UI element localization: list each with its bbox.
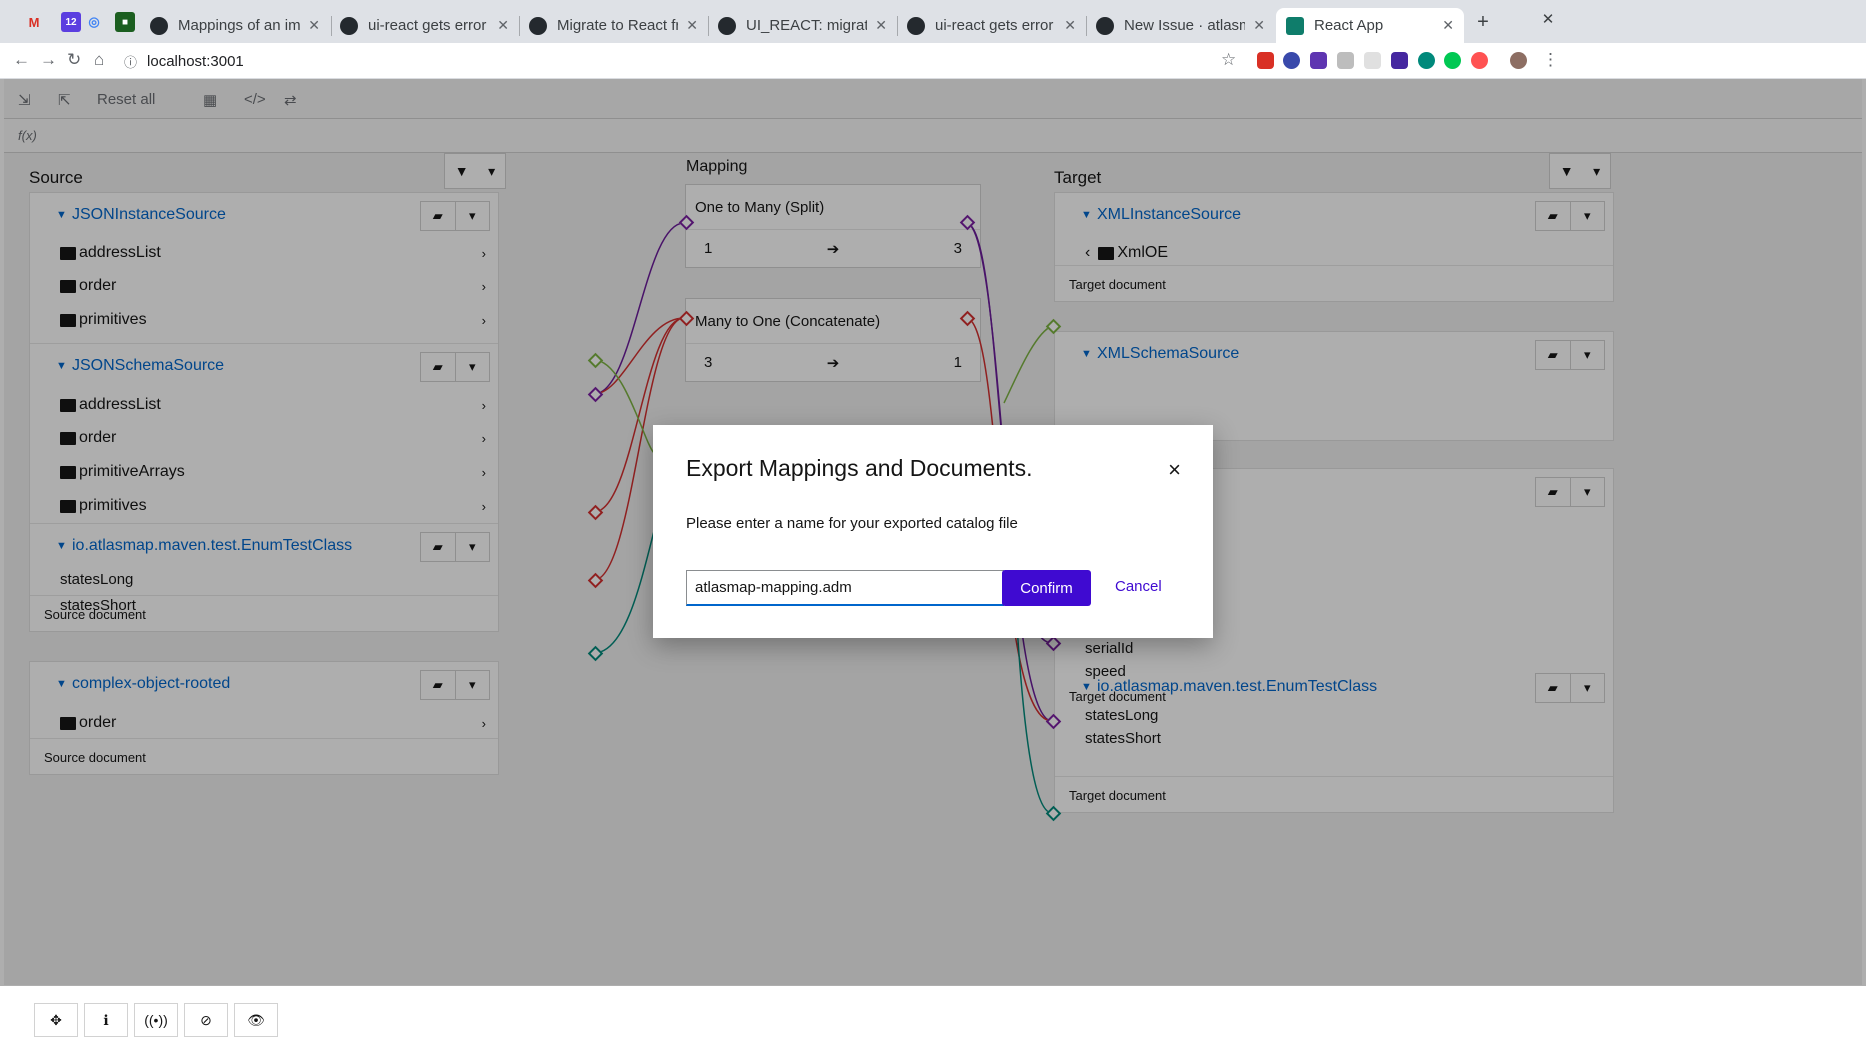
tab-react-app[interactable]: React App ✕ xyxy=(1276,8,1464,43)
new-tab-icon[interactable]: + xyxy=(1473,11,1493,33)
avatar[interactable] xyxy=(1510,52,1527,69)
export-dialog: Export Mappings and Documents. × Please … xyxy=(653,425,1213,638)
extension-icon[interactable] xyxy=(1283,52,1300,69)
filename-input[interactable] xyxy=(686,570,1004,606)
tab-title: ui-react gets error wher xyxy=(935,17,1056,34)
eye-icon[interactable]: 👁 xyxy=(234,1003,278,1037)
tab-title: Mappings of an importe xyxy=(178,17,301,34)
tab-title: UI_REACT: migrate mul xyxy=(746,17,868,34)
react-icon xyxy=(1286,16,1304,35)
close-icon[interactable]: ✕ xyxy=(686,17,698,34)
extension-icon[interactable] xyxy=(1337,52,1354,69)
close-icon[interactable]: ✕ xyxy=(1442,17,1454,34)
calendar-day: 12 xyxy=(65,16,77,28)
extension-icon[interactable] xyxy=(1444,52,1461,69)
forward-icon[interactable]: → xyxy=(40,50,57,70)
github-icon xyxy=(529,16,547,35)
tab-4[interactable]: UI_REACT: migrate mul ✕ xyxy=(708,8,897,43)
gmail-icon[interactable]: M xyxy=(24,12,44,32)
close-icon[interactable]: ✕ xyxy=(1253,17,1265,34)
pinned-app-icon[interactable]: ◎ xyxy=(84,12,104,32)
tab-title: Migrate to React from A xyxy=(557,17,679,34)
reload-icon[interactable]: ↻ xyxy=(67,50,81,70)
github-icon xyxy=(340,16,358,35)
window-close-icon[interactable]: ✕ xyxy=(1538,9,1558,29)
dialog-message: Please enter a name for your exported ca… xyxy=(686,515,1018,532)
close-icon[interactable]: × xyxy=(1168,457,1181,483)
pinned-app-icon-2[interactable]: ■ xyxy=(115,12,135,32)
browser-tab-strip: M 12 ◎ ■ Mappings of an importe ✕ ui-reac… xyxy=(0,0,1866,43)
calendar-icon[interactable]: 12 xyxy=(61,12,81,32)
move-icon[interactable]: ✥ xyxy=(34,1003,78,1037)
unmapped-icon[interactable]: ⊘ xyxy=(184,1003,228,1037)
extension-icon[interactable] xyxy=(1471,52,1488,69)
dialog-title: Export Mappings and Documents. xyxy=(686,455,1033,481)
bottom-toolbar: ✥ ℹ ((•)) ⊘ 👁 xyxy=(34,1003,278,1037)
info-icon: ⓘ xyxy=(124,54,138,70)
url-text: localhost:3001 xyxy=(147,52,244,70)
tab-title: New Issue · atlasmap/at xyxy=(1124,17,1245,34)
tab-6[interactable]: New Issue · atlasmap/at ✕ xyxy=(1086,8,1275,43)
tab-1[interactable]: Mappings of an importe ✕ xyxy=(140,8,330,43)
tab-3[interactable]: Migrate to React from A ✕ xyxy=(519,8,708,43)
extension-icon[interactable] xyxy=(1364,52,1381,69)
address-bar: ← → ↻ ⌂ ⓘ localhost:3001 ☆ ⋮ xyxy=(0,43,1866,79)
extension-icon[interactable] xyxy=(1257,52,1274,69)
close-icon[interactable]: ✕ xyxy=(1064,17,1076,34)
close-icon[interactable]: ✕ xyxy=(875,17,887,34)
github-icon xyxy=(1096,16,1114,35)
tab-5[interactable]: ui-react gets error wher ✕ xyxy=(897,8,1086,43)
url-bar[interactable]: ⓘ localhost:3001 xyxy=(124,48,1444,74)
close-icon[interactable]: ✕ xyxy=(308,17,320,34)
extension-icon[interactable] xyxy=(1418,52,1435,69)
menu-icon[interactable]: ⋮ xyxy=(1542,50,1559,70)
github-icon xyxy=(907,16,925,35)
extension-icon[interactable] xyxy=(1310,52,1327,69)
tab-title: ui-react gets error wher xyxy=(368,17,489,34)
extension-icon[interactable] xyxy=(1391,52,1408,69)
info-icon[interactable]: ℹ xyxy=(84,1003,128,1037)
github-icon xyxy=(150,16,168,35)
broadcast-icon[interactable]: ((•)) xyxy=(134,1003,178,1037)
bookmark-star-icon[interactable]: ☆ xyxy=(1221,50,1236,70)
close-icon[interactable]: ✕ xyxy=(497,17,509,34)
tab-title: React App xyxy=(1314,17,1384,34)
home-icon[interactable]: ⌂ xyxy=(94,50,104,70)
tab-2[interactable]: ui-react gets error wher ✕ xyxy=(330,8,519,43)
back-icon[interactable]: ← xyxy=(13,50,30,70)
cancel-button[interactable]: Cancel xyxy=(1115,578,1162,595)
github-icon xyxy=(718,16,736,35)
confirm-button[interactable]: Confirm xyxy=(1002,570,1091,606)
